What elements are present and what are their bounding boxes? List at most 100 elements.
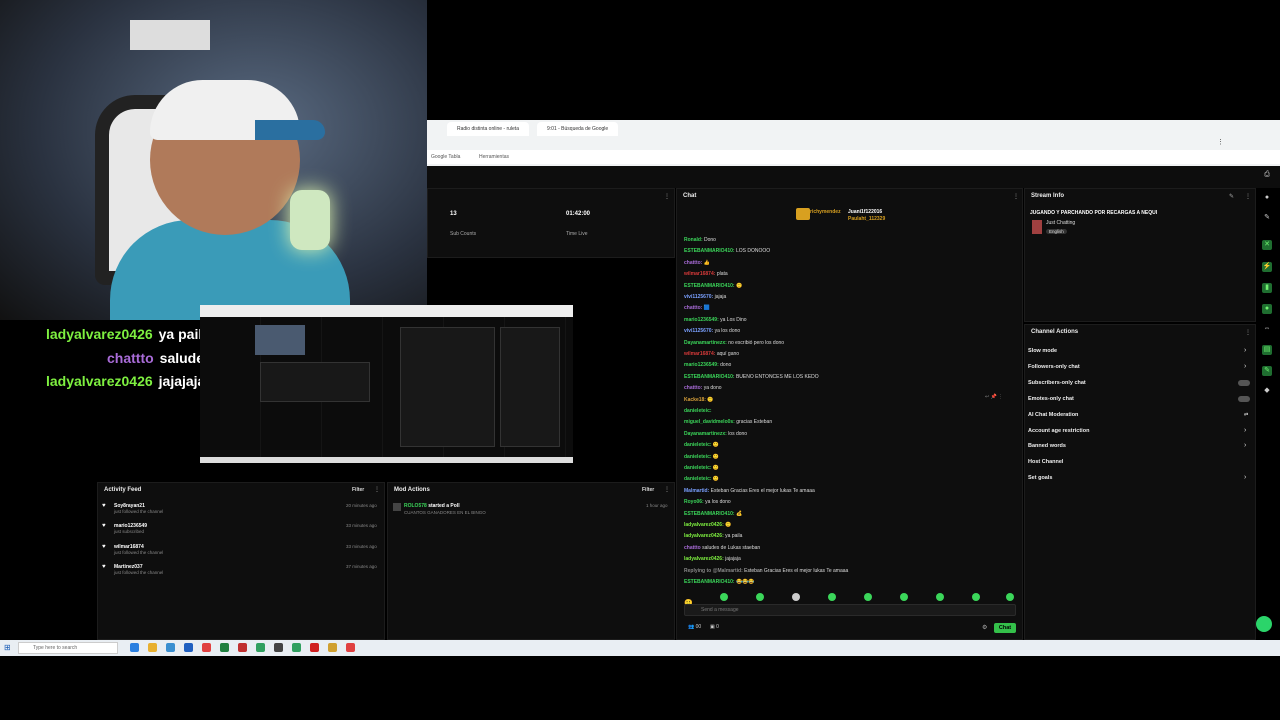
sidebar-icon[interactable]: ⇔ <box>1262 324 1272 334</box>
emote-picker-icon[interactable]: 🙂 <box>684 592 694 607</box>
pen-icon[interactable]: ✎ <box>1262 213 1272 223</box>
chat-message[interactable]: wilmar16874: aquí gano <box>684 351 739 357</box>
chat-username[interactable]: chattto <box>684 545 701 551</box>
chat-message[interactable]: vivi1125670: ya los dono <box>684 328 740 334</box>
chat-username[interactable]: Royo06: <box>684 499 704 505</box>
help-icon[interactable] <box>1256 616 1272 632</box>
app-icon[interactable] <box>292 643 301 652</box>
chat-message[interactable]: danieleteic: 🙂 <box>684 454 719 460</box>
kebab-icon[interactable]: ⋮ <box>1245 329 1251 336</box>
browser-tab[interactable]: Radio distinta online - ruleta <box>447 122 529 136</box>
app-icon[interactable] <box>274 643 283 652</box>
chat-username[interactable]: ESTEBANMARIO410: <box>684 579 735 585</box>
chat-message[interactable]: ladyalvarez0426: ya paila <box>684 533 742 539</box>
browser-menu-icon[interactable]: ⋮ <box>1217 138 1224 146</box>
chat-message[interactable]: Ronald: Dono <box>684 237 716 243</box>
chat-message[interactable]: chattto: ya dono <box>684 385 722 391</box>
chevron-right-icon[interactable]: › <box>1244 363 1246 370</box>
chat-username[interactable]: ladyalvarez0426: <box>684 522 724 528</box>
chrome-icon[interactable] <box>202 643 211 652</box>
filter-button[interactable]: Filter <box>352 487 364 493</box>
chat-username[interactable]: danieleteic: <box>684 408 712 414</box>
chat-username[interactable]: ESTEBANMARIO410: <box>684 374 735 380</box>
emote-icon[interactable] <box>828 593 836 601</box>
chat-username[interactable]: mario1236549: <box>684 317 719 323</box>
app-icon[interactable] <box>184 643 193 652</box>
chat-username[interactable]: chattto: <box>684 305 702 311</box>
kebab-icon[interactable]: ⋮ <box>374 486 380 493</box>
chevron-right-icon[interactable]: › <box>1244 347 1246 354</box>
chat-username[interactable]: Dayanamartinezx: <box>684 340 727 346</box>
chat-username[interactable]: ladyalvarez0426: <box>684 533 724 539</box>
filter-button[interactable]: Filter <box>642 487 654 493</box>
chat-username[interactable]: vivi1125670: <box>684 328 713 334</box>
folder-icon[interactable] <box>148 643 157 652</box>
chat-username[interactable]: Replying to @Malmartid: <box>684 568 743 574</box>
channel-action-item[interactable]: Host Channel <box>1028 459 1063 465</box>
chat-message[interactable]: Replying to @Malmartid: Esteban Gracias … <box>684 568 848 574</box>
toggle-switch[interactable] <box>1238 379 1250 386</box>
chat-message[interactable]: chattto saludes de Lukas staeban <box>684 545 760 551</box>
emote-icon[interactable] <box>756 593 764 601</box>
chat-username[interactable]: ESTEBANMARIO410: <box>684 283 735 289</box>
sidebar-icon[interactable]: ✕ <box>1262 240 1272 250</box>
chat-message[interactable]: wilmar16874: plata <box>684 271 728 277</box>
chat-message[interactable]: danieleteic: 🙂 <box>684 476 719 482</box>
chat-message[interactable]: ladyalvarez0426: jajajaja <box>684 556 741 562</box>
sidebar-icon[interactable]: ✎ <box>1262 366 1272 376</box>
channel-action-item[interactable]: Banned words <box>1028 443 1066 449</box>
settings-icon[interactable]: ⚙ <box>982 624 987 631</box>
emote-icon[interactable] <box>864 593 872 601</box>
chevron-right-icon[interactable]: › <box>1244 427 1246 434</box>
chat-message[interactable]: danieleteic: 🙂 <box>684 442 719 448</box>
browser-tab[interactable]: 9:01 - Búsqueda de Google <box>537 122 619 136</box>
sidebar-icon[interactable]: ▮ <box>1262 283 1272 293</box>
chat-username[interactable]: Kacke18: <box>684 397 706 403</box>
printer-icon[interactable]: ⎙ <box>1262 170 1272 180</box>
chat-message[interactable]: chattto: 🟦 <box>684 305 710 311</box>
sidebar-icon[interactable]: ⚡ <box>1262 262 1272 272</box>
windows-start-icon[interactable]: ⊞ <box>4 643 11 652</box>
chevron-right-icon[interactable]: › <box>1244 442 1246 449</box>
bookmark[interactable]: Herramientas <box>479 154 509 160</box>
sidebar-icon[interactable]: ◆ <box>1262 386 1272 396</box>
kebab-icon[interactable]: ⋮ <box>664 486 670 493</box>
sidebar-icon[interactable]: ● <box>1262 304 1272 314</box>
chat-input[interactable]: Send a message <box>684 604 1016 616</box>
channel-action-item[interactable]: Slow mode <box>1028 348 1057 354</box>
chat-message[interactable]: Dayanamartinezx: los dono <box>684 431 747 437</box>
chat-username[interactable]: danieleteic: <box>684 465 712 471</box>
chat-username[interactable]: wilmar16874: <box>684 271 715 277</box>
app-icon[interactable] <box>310 643 319 652</box>
sidebar-icon[interactable]: ● <box>1262 193 1272 203</box>
chat-message[interactable]: mario1236549: ya Los Dino <box>684 317 747 323</box>
chat-message[interactable]: mario1236549: dono <box>684 362 731 368</box>
chat-message[interactable]: miguel_davidmelo0s: gracias Esteban <box>684 419 772 425</box>
emote-icon[interactable] <box>936 593 944 601</box>
edge-icon[interactable] <box>130 643 139 652</box>
chat-username[interactable]: chattto: <box>684 385 702 391</box>
message-actions[interactable]: ↩ 📌 ⋮ <box>985 394 1003 400</box>
chat-username[interactable]: Ronald: <box>684 237 703 243</box>
chat-username[interactable]: ESTEBANMARIO410: <box>684 511 735 517</box>
app-icon[interactable] <box>166 643 175 652</box>
chat-username[interactable]: miguel_davidmelo0s: <box>684 419 735 425</box>
settings-icon[interactable]: ⇄ <box>1244 412 1248 418</box>
chevron-right-icon[interactable]: › <box>1244 474 1246 481</box>
edit-icon[interactable]: ✎ <box>1229 193 1234 200</box>
chat-username[interactable]: ESTEBANMARIO410: <box>684 248 735 254</box>
chat-message[interactable]: Kacke18: 🙂 <box>684 397 714 403</box>
chat-message[interactable]: ladyalvarez0426: 🙂 <box>684 522 731 528</box>
chat-message[interactable]: Royo06: ya los dono <box>684 499 731 505</box>
channel-action-item[interactable]: Account age restriction <box>1028 428 1089 434</box>
channel-action-item[interactable]: AI Chat Moderation <box>1028 412 1078 418</box>
chat-message[interactable]: danieleteic: <box>684 408 712 414</box>
chat-username[interactable]: mario1236549: <box>684 362 719 368</box>
kebab-icon[interactable]: ⋮ <box>664 193 670 200</box>
app-icon[interactable] <box>238 643 247 652</box>
app-icon[interactable] <box>328 643 337 652</box>
emote-icon[interactable] <box>1006 593 1014 601</box>
bookmark[interactable]: Google Tabla <box>431 154 460 160</box>
emote-icon[interactable] <box>900 593 908 601</box>
chat-message[interactable]: ESTEBANMARIO410: LOS DONOOO <box>684 248 770 254</box>
